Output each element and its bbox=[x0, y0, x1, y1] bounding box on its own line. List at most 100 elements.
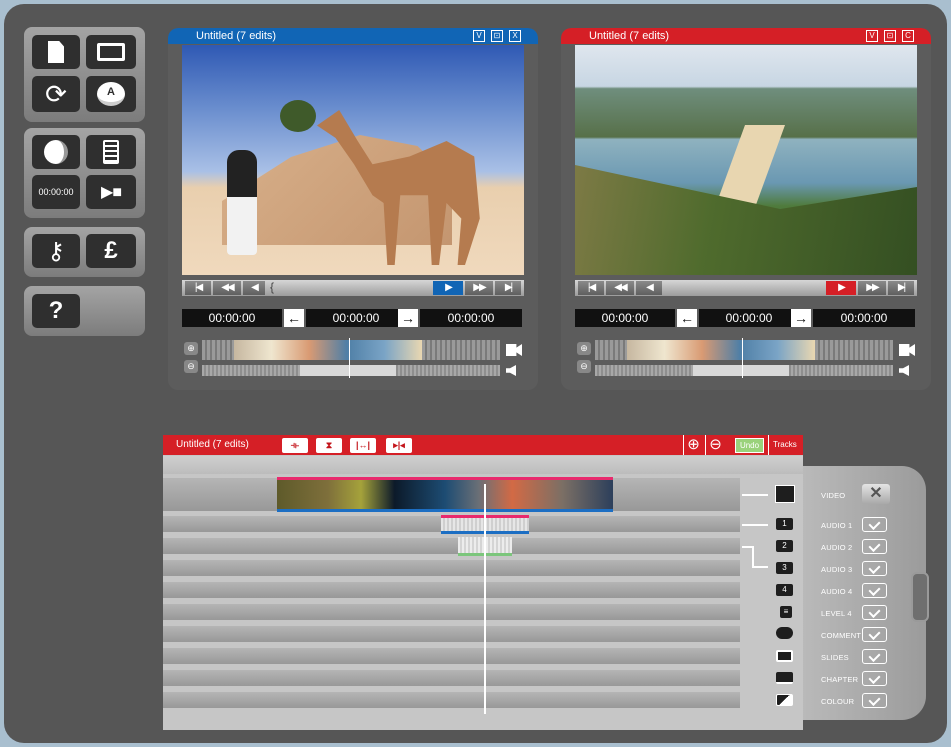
fast-forward-button[interactable]: ▶▶ bbox=[465, 281, 493, 295]
fast-forward-button[interactable]: ▶▶ bbox=[858, 281, 886, 295]
zoom-out-icon[interactable]: ⊖ bbox=[184, 360, 198, 373]
source-playhead[interactable] bbox=[349, 338, 350, 378]
copy-button[interactable]: C bbox=[902, 30, 914, 42]
refresh-button[interactable]: ⟳ bbox=[32, 76, 80, 112]
comment-track-row[interactable] bbox=[163, 626, 740, 642]
go-to-end-button[interactable]: ▶| bbox=[888, 281, 914, 295]
audio-4-enable-checkbox[interactable] bbox=[862, 583, 887, 598]
arrow-left-icon[interactable]: ← bbox=[284, 309, 304, 327]
timeline-zoom-out-button[interactable]: ⊖ bbox=[705, 435, 725, 455]
level-enable-checkbox[interactable] bbox=[862, 605, 887, 620]
video-track-disable-button[interactable]: ✕ bbox=[862, 484, 890, 504]
split-tool-button[interactable]: ⟛ bbox=[282, 438, 308, 453]
expand-button[interactable]: ⊡ bbox=[491, 30, 503, 42]
document-icon bbox=[48, 41, 64, 63]
out-timecode[interactable]: 00:00:00 bbox=[420, 309, 522, 327]
slides-enable-checkbox[interactable] bbox=[862, 649, 887, 664]
speaker-icon: 1 bbox=[776, 518, 793, 530]
timeline-playhead[interactable] bbox=[484, 484, 486, 714]
play-button[interactable]: ▶ bbox=[826, 281, 856, 295]
record-playhead[interactable] bbox=[742, 338, 743, 378]
colour-icon bbox=[776, 694, 793, 706]
audio-1-route-line bbox=[742, 524, 768, 526]
audio-4-track-row[interactable] bbox=[163, 582, 740, 598]
in-timecode[interactable]: 00:00:00 bbox=[182, 309, 282, 327]
timeline-ruler[interactable] bbox=[163, 456, 803, 474]
audio-2-track-row[interactable] bbox=[163, 538, 740, 554]
currency-button[interactable]: £ bbox=[86, 234, 136, 268]
rewind-button[interactable]: ◀◀ bbox=[606, 281, 634, 295]
view-button[interactable]: V bbox=[866, 30, 878, 42]
record-video-frame[interactable] bbox=[575, 45, 917, 275]
chapter-track-row[interactable] bbox=[163, 670, 740, 686]
undo-button[interactable]: Undo bbox=[735, 438, 764, 453]
ripple-tool-button[interactable]: |↔| bbox=[350, 438, 376, 453]
speaker-icon: 2 bbox=[776, 540, 793, 552]
zoom-out-icon[interactable]: ⊖ bbox=[577, 360, 591, 373]
new-document-button[interactable] bbox=[32, 35, 80, 69]
calculator-button[interactable] bbox=[86, 135, 136, 169]
rewind-button[interactable]: ◀◀ bbox=[213, 281, 241, 295]
slides-track-row[interactable] bbox=[163, 648, 740, 664]
view-button[interactable]: V bbox=[473, 30, 485, 42]
go-to-end-button[interactable]: ▶| bbox=[495, 281, 521, 295]
source-video-frame[interactable] bbox=[182, 45, 524, 275]
tracks-button[interactable]: Tracks bbox=[768, 435, 797, 455]
key-button[interactable]: ⚷ bbox=[32, 234, 80, 268]
zoom-in-icon[interactable]: ⊕ bbox=[577, 342, 591, 355]
track-label-audio-4: AUDIO 4 bbox=[821, 587, 853, 596]
timecode-button[interactable]: 00:00:00 bbox=[32, 175, 80, 209]
play-button[interactable]: ▶ bbox=[433, 281, 463, 295]
source-audio-strip[interactable] bbox=[202, 365, 500, 376]
refresh-icon: ⟳ bbox=[45, 78, 67, 109]
track-label-video: VIDEO bbox=[821, 491, 846, 500]
audio-2-enable-checkbox[interactable] bbox=[862, 539, 887, 554]
step-back-button[interactable]: ◀ bbox=[243, 281, 265, 295]
record-video-strip[interactable] bbox=[595, 340, 893, 360]
speaker-icon: 4 bbox=[776, 584, 793, 596]
play-stop-button[interactable]: ▶■ bbox=[86, 175, 136, 209]
calculator-icon bbox=[103, 140, 119, 164]
colour-track-row[interactable] bbox=[163, 692, 740, 708]
panel-grip-handle[interactable] bbox=[911, 572, 929, 622]
colour-enable-checkbox[interactable] bbox=[862, 693, 887, 708]
globe-button[interactable] bbox=[32, 135, 80, 169]
expand-button[interactable]: ⊡ bbox=[884, 30, 896, 42]
audio-3-route-line bbox=[754, 566, 768, 568]
audio-1-enable-checkbox[interactable] bbox=[862, 517, 887, 532]
video-clip[interactable] bbox=[277, 477, 613, 512]
mark-in-bracket[interactable]: { bbox=[270, 280, 274, 294]
trim-tool-button[interactable]: ⧗ bbox=[316, 438, 342, 453]
comment-enable-checkbox[interactable] bbox=[862, 627, 887, 642]
source-video-strip[interactable] bbox=[202, 340, 500, 360]
speech-bubble-icon bbox=[776, 627, 793, 639]
out-timecode[interactable]: 00:00:00 bbox=[813, 309, 915, 327]
disc-button[interactable]: A bbox=[86, 76, 136, 112]
track-label-audio-3: AUDIO 3 bbox=[821, 565, 853, 574]
go-to-start-button[interactable]: |◀ bbox=[578, 281, 604, 295]
level-icon: ≡ bbox=[780, 606, 792, 618]
audio-3-track-row[interactable] bbox=[163, 560, 740, 576]
zoom-in-icon[interactable]: ⊕ bbox=[184, 342, 198, 355]
help-button[interactable]: ? bbox=[32, 294, 80, 328]
go-to-start-button[interactable]: |◀ bbox=[185, 281, 211, 295]
current-timecode[interactable]: 00:00:00 bbox=[306, 309, 406, 327]
arrow-right-icon[interactable]: → bbox=[791, 309, 811, 327]
arrow-left-icon[interactable]: ← bbox=[677, 309, 697, 327]
timeline-zoom-in-button[interactable]: ⊕ bbox=[683, 435, 703, 455]
video-route-line bbox=[742, 494, 768, 496]
chapter-enable-checkbox[interactable] bbox=[862, 671, 887, 686]
arrow-right-icon[interactable]: → bbox=[398, 309, 418, 327]
frame-button[interactable] bbox=[86, 35, 136, 69]
level-track-row[interactable] bbox=[163, 604, 740, 620]
record-audio-strip[interactable] bbox=[595, 365, 893, 376]
track-label-audio-2: AUDIO 2 bbox=[821, 543, 853, 552]
in-timecode[interactable]: 00:00:00 bbox=[575, 309, 675, 327]
tree-shape bbox=[280, 100, 316, 132]
audio-3-enable-checkbox[interactable] bbox=[862, 561, 887, 576]
step-back-button[interactable]: ◀ bbox=[636, 281, 662, 295]
join-tool-button[interactable]: ▸|◂ bbox=[386, 438, 412, 453]
current-timecode[interactable]: 00:00:00 bbox=[699, 309, 799, 327]
frame-icon bbox=[97, 43, 125, 61]
close-button[interactable]: X bbox=[509, 30, 521, 42]
